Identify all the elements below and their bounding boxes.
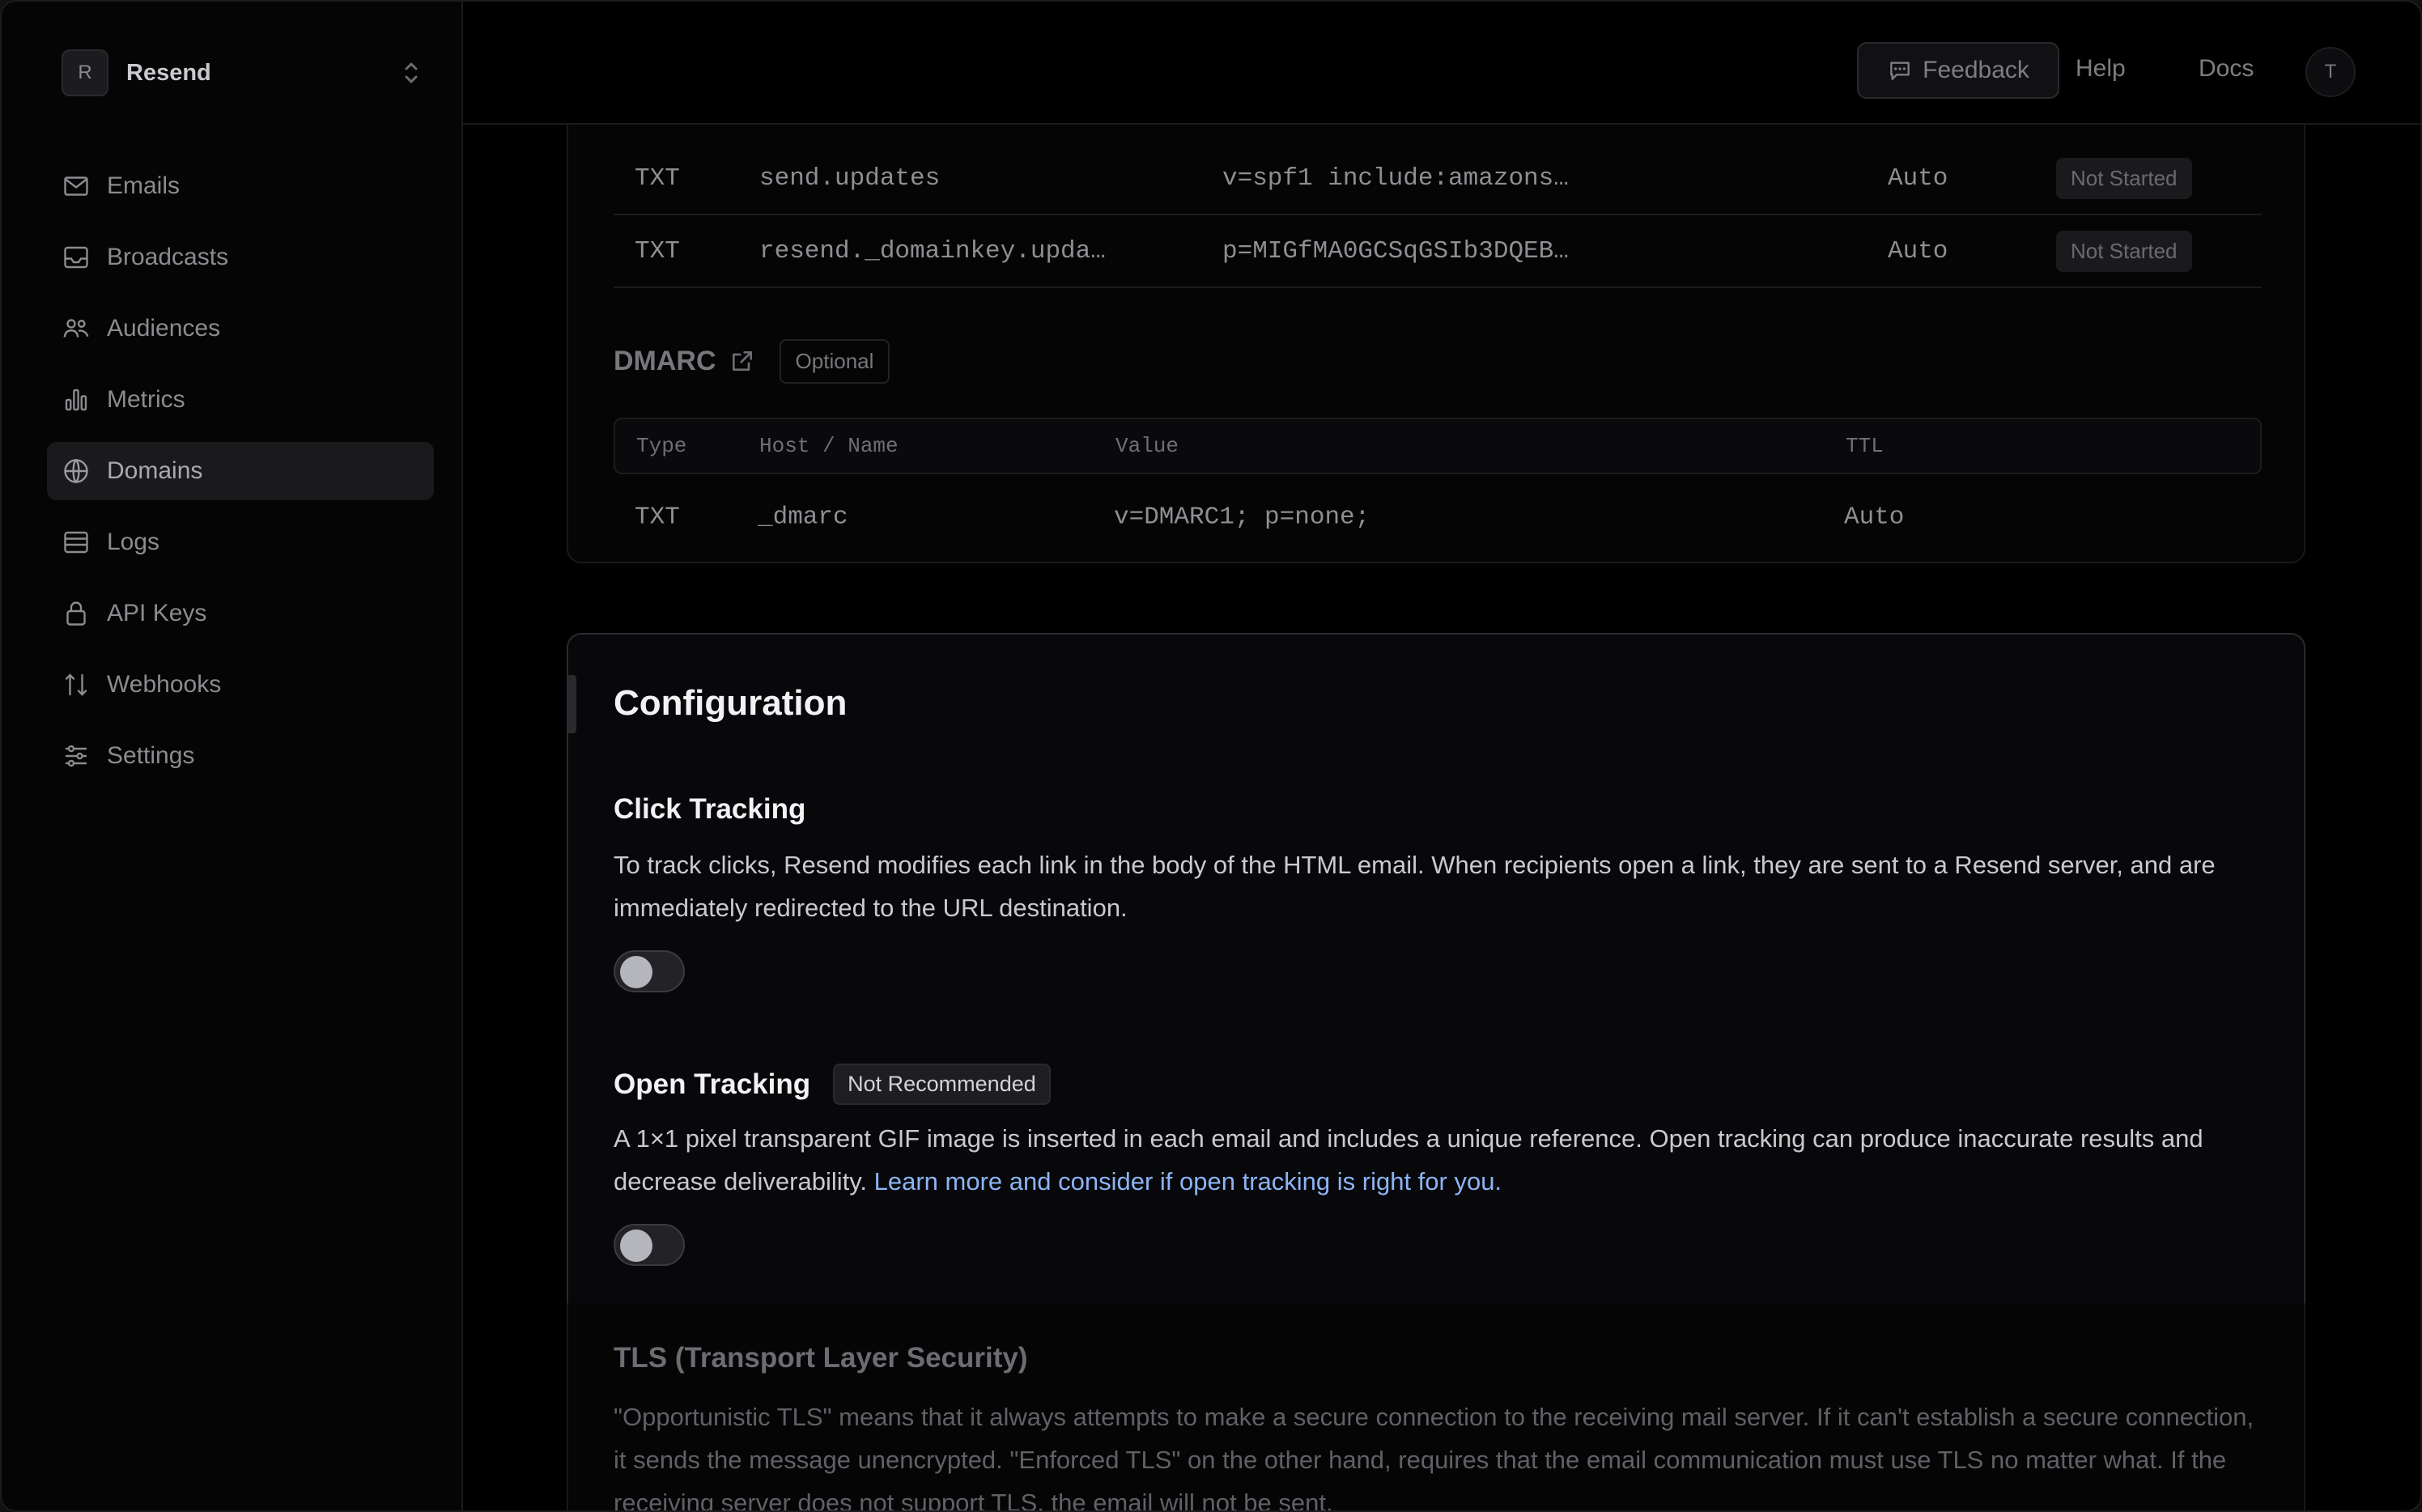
- sidebar-item-label: Logs: [107, 529, 160, 555]
- open-tracking-toggle[interactable]: [614, 1224, 685, 1266]
- sidebar-nav: Emails Broadcasts Audiences Metrics Doma…: [47, 157, 434, 798]
- table-row: TXT resend._domainkey.upda… p=MIGfMA0GCS…: [614, 215, 2262, 288]
- team-name: Resend: [126, 59, 211, 86]
- message-icon: [1890, 62, 1910, 80]
- sidebar-item-metrics[interactable]: Metrics: [47, 371, 434, 429]
- open-tracking-description: A 1×1 pixel transparent GIF image is ins…: [614, 1117, 2273, 1203]
- inbox-icon: [64, 246, 88, 269]
- record-host[interactable]: resend._domainkey.upda…: [759, 237, 1106, 265]
- sidebar-item-api-keys[interactable]: API Keys: [47, 584, 434, 643]
- tls-description: "Opportunistic TLS" means that it always…: [614, 1403, 2254, 1510]
- chevron-up-down-icon: [405, 62, 418, 83]
- tls-section: TLS (Transport Layer Security) "Opportun…: [567, 1303, 2305, 1510]
- main-content: TXT send.updates v=spf1 include:amazons……: [463, 125, 2420, 1510]
- feedback-button[interactable]: Feedback: [1857, 42, 2059, 99]
- record-ttl: Auto: [1844, 503, 1905, 532]
- logs-icon: [64, 531, 88, 554]
- record-host[interactable]: send.updates: [759, 164, 940, 193]
- sidebar-item-emails[interactable]: Emails: [47, 157, 434, 215]
- configuration-title: Configuration: [614, 683, 848, 723]
- sidebar-item-label: Metrics: [107, 386, 185, 413]
- sidebar-item-domains[interactable]: Domains: [47, 442, 434, 500]
- tls-title: TLS (Transport Layer Security): [614, 1342, 1028, 1374]
- status-badge: Not Started: [2056, 157, 2192, 199]
- sidebar-item-label: API Keys: [107, 600, 207, 626]
- feedback-label: Feedback: [1923, 57, 2029, 83]
- sidebar: R Resend Emails Broadcasts Audiences Met…: [2, 2, 463, 1510]
- avatar[interactable]: T: [2305, 47, 2356, 97]
- record-type: TXT: [635, 503, 680, 532]
- dmarc-title: DMARC: [614, 345, 716, 376]
- record-value[interactable]: v=spf1 include:amazons…: [1222, 164, 1569, 193]
- users-icon: [63, 319, 89, 338]
- mail-icon: [64, 176, 88, 196]
- table-row: TXT send.updates v=spf1 include:amazons……: [614, 142, 2262, 215]
- click-tracking-description: To track clicks, Resend modifies each li…: [614, 851, 2216, 922]
- toggle-knob: [620, 1230, 652, 1262]
- sidebar-item-label: Webhooks: [107, 671, 222, 698]
- help-link[interactable]: Help: [2076, 55, 2126, 83]
- section-indicator: [568, 675, 576, 733]
- column-header-host: Host / Name: [759, 434, 899, 458]
- open-tracking-title: Open Tracking Not Recommended: [614, 1064, 1051, 1105]
- external-link-icon[interactable]: [729, 348, 755, 374]
- status-badge: Not Started: [2056, 230, 2192, 272]
- docs-link[interactable]: Docs: [2199, 55, 2254, 83]
- record-ttl: Auto: [1888, 164, 1948, 193]
- sidebar-item-settings[interactable]: Settings: [47, 727, 434, 785]
- column-header-ttl: TTL: [1846, 434, 1884, 458]
- dmarc-table-header: Type Host / Name Value TTL: [614, 418, 2262, 474]
- open-tracking-label: Open Tracking: [614, 1068, 811, 1100]
- record-value[interactable]: v=DMARC1; p=none;: [1114, 503, 1370, 532]
- record-value[interactable]: p=MIGfMA0GCSqGSIb3DQEB…: [1222, 237, 1569, 265]
- topbar: Feedback Help Docs T: [463, 2, 2420, 125]
- not-recommended-badge: Not Recommended: [833, 1064, 1051, 1105]
- record-ttl: Auto: [1888, 236, 1948, 265]
- team-avatar: R: [62, 49, 108, 96]
- click-tracking-toggle[interactable]: [614, 950, 685, 992]
- learn-more-link[interactable]: Learn more and consider if open tracking…: [874, 1167, 1502, 1196]
- click-tracking-label: Click Tracking: [614, 793, 806, 825]
- sidebar-item-label: Broadcasts: [107, 244, 229, 270]
- app-window: R Resend Emails Broadcasts Audiences Met…: [0, 0, 2422, 1512]
- globe-icon: [64, 458, 88, 484]
- sidebar-item-audiences[interactable]: Audiences: [47, 299, 434, 358]
- sidebar-item-label: Audiences: [107, 315, 221, 342]
- record-host[interactable]: _dmarc: [758, 503, 848, 532]
- click-tracking-title: Click Tracking: [614, 793, 805, 826]
- record-type: TXT: [635, 236, 680, 265]
- record-type: TXT: [635, 164, 680, 193]
- sidebar-item-logs[interactable]: Logs: [47, 513, 434, 571]
- optional-badge: Optional: [779, 338, 890, 384]
- column-header-value: Value: [1115, 434, 1179, 458]
- sidebar-item-broadcasts[interactable]: Broadcasts: [47, 228, 434, 287]
- table-row: TXT _dmarc v=DMARC1; p=none; Auto: [614, 487, 2262, 547]
- sidebar-item-label: Domains: [107, 457, 203, 484]
- webhook-icon: [65, 673, 87, 696]
- dmarc-heading: DMARC Optional: [614, 338, 890, 384]
- sidebar-item-label: Emails: [107, 172, 181, 199]
- sliders-icon: [65, 745, 87, 767]
- column-header-type: Type: [636, 434, 687, 458]
- bar-chart-icon: [65, 389, 87, 411]
- sidebar-item-webhooks[interactable]: Webhooks: [47, 656, 434, 714]
- dns-records-card: TXT send.updates v=spf1 include:amazons……: [567, 125, 2305, 563]
- lock-icon: [66, 601, 86, 626]
- toggle-knob: [620, 956, 652, 988]
- sidebar-item-label: Settings: [107, 742, 195, 769]
- team-switcher[interactable]: R Resend: [62, 47, 423, 99]
